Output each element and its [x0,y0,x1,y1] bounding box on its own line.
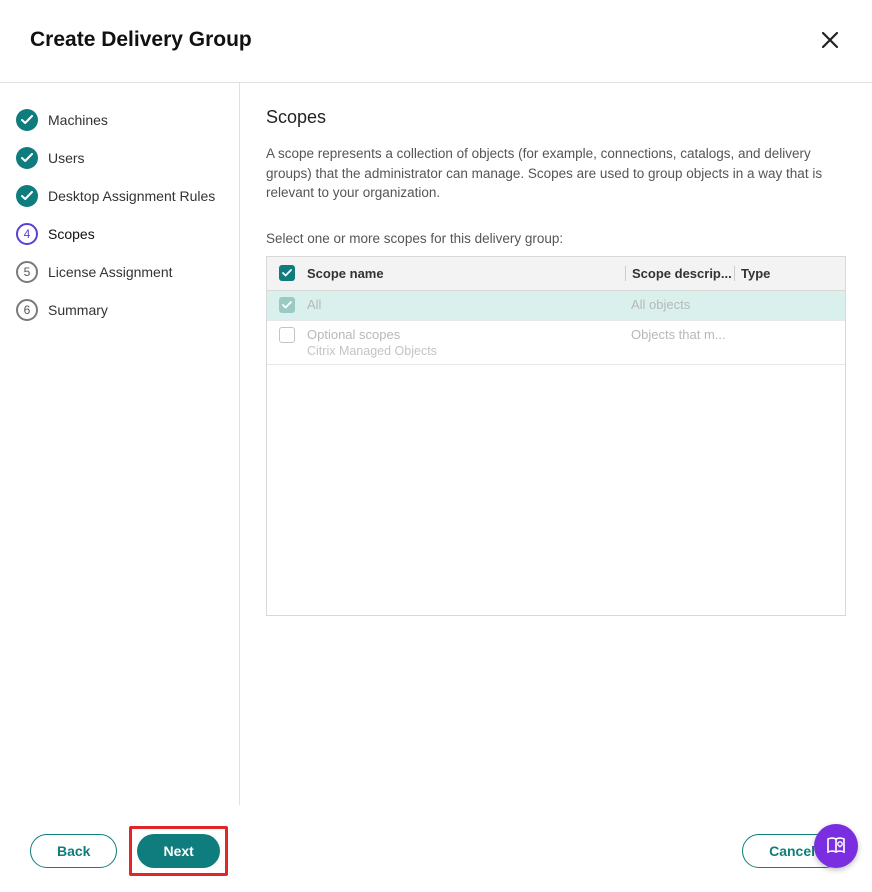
row-name-text: All [307,297,625,312]
help-fab-button[interactable] [814,824,858,868]
step-number-icon: 5 [16,261,38,283]
scopes-table: Scope name Scope descrip... Type All All… [266,256,846,616]
select-all-checkbox[interactable] [279,265,295,281]
table-row[interactable]: All All objects [267,291,845,321]
dialog-footer: Back Next Cancel [0,810,872,892]
row-checkbox [279,297,295,313]
check-icon [16,185,38,207]
dialog-title: Create Delivery Group [30,28,252,52]
lightbulb-book-icon [824,834,848,858]
step-number-icon: 4 [16,223,38,245]
panel-description: A scope represents a collection of objec… [266,144,846,203]
table-row[interactable]: Optional scopes Citrix Managed Objects O… [267,321,845,365]
step-users[interactable]: Users [12,139,227,177]
check-icon [16,147,38,169]
check-icon [16,109,38,131]
step-scopes[interactable]: 4 Scopes [12,215,227,253]
back-button[interactable]: Back [30,834,117,868]
close-icon [821,31,839,49]
wizard-steps-sidebar: Machines Users Desktop Assignment Rules … [0,83,240,805]
row-checkbox[interactable] [279,327,295,343]
main-panel: Scopes A scope represents a collection o… [240,83,872,805]
next-button-highlight: Next [129,826,227,876]
step-summary[interactable]: 6 Summary [12,291,227,329]
dialog-header: Create Delivery Group [0,0,872,83]
row-desc-text: Objects that m... [625,327,735,342]
step-label: License Assignment [48,264,173,280]
row-desc-text: All objects [625,297,735,312]
panel-instruction: Select one or more scopes for this deliv… [266,231,846,246]
step-label: Summary [48,302,108,318]
next-button[interactable]: Next [137,834,219,868]
step-machines[interactable]: Machines [12,101,227,139]
step-desktop-assignment-rules[interactable]: Desktop Assignment Rules [12,177,227,215]
step-label: Machines [48,112,108,128]
row-subtext: Citrix Managed Objects [307,344,625,358]
table-header-row: Scope name Scope descrip... Type [267,257,845,291]
step-label: Desktop Assignment Rules [48,188,215,204]
column-header-description[interactable]: Scope descrip... [625,266,735,281]
row-name-text: Optional scopes [307,327,625,342]
step-number-icon: 6 [16,299,38,321]
close-button[interactable] [818,28,842,52]
step-label: Users [48,150,85,166]
column-header-name[interactable]: Scope name [307,266,625,281]
column-header-type[interactable]: Type [735,266,845,281]
panel-heading: Scopes [266,107,846,128]
step-label: Scopes [48,226,95,242]
dialog-body: Machines Users Desktop Assignment Rules … [0,83,872,805]
step-license-assignment[interactable]: 5 License Assignment [12,253,227,291]
